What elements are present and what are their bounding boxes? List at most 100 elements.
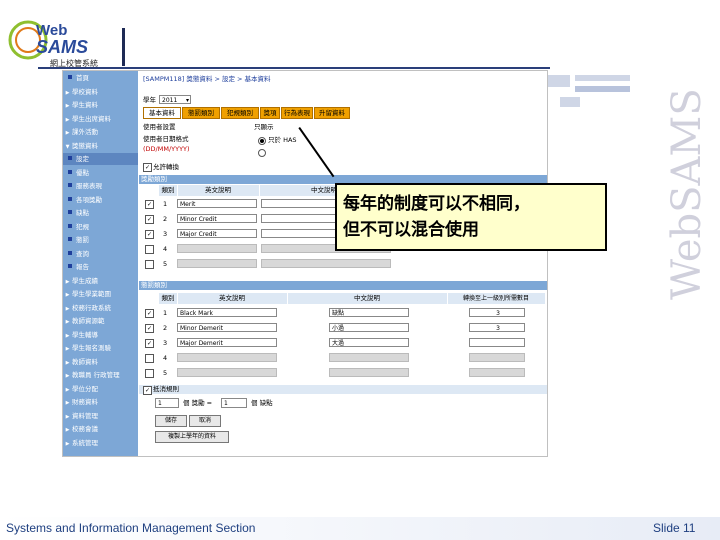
year-select[interactable]: 2011 ▾ bbox=[159, 95, 191, 104]
english-description-input[interactable] bbox=[177, 353, 277, 362]
offset-label: 抵消規則 bbox=[153, 385, 179, 393]
cancel-button[interactable]: 取消 bbox=[189, 415, 221, 427]
tab-3[interactable]: 犯規類別 bbox=[221, 107, 259, 119]
upgrade-count-input[interactable] bbox=[469, 368, 525, 377]
sidebar-item[interactable]: 查詢 bbox=[63, 248, 138, 260]
offset-demerit-count[interactable]: 1 bbox=[221, 398, 247, 408]
english-description-input[interactable]: Major Credit bbox=[177, 229, 257, 238]
save-button[interactable]: 儲存 bbox=[155, 415, 187, 427]
chinese-description-input[interactable]: 小過 bbox=[329, 323, 409, 332]
english-description-input[interactable] bbox=[177, 244, 257, 253]
row-number: 4 bbox=[163, 354, 168, 362]
sidebar-item[interactable]: ▶ 學位分配 bbox=[63, 383, 138, 395]
callout-line-1: 每年的制度可以不相同， bbox=[343, 194, 530, 214]
sidebar-item[interactable]: 缺點 bbox=[63, 207, 138, 219]
sidebar-item[interactable]: 優點 bbox=[63, 167, 138, 179]
sidebar-item[interactable]: ▶ 教師資源範 bbox=[63, 315, 138, 327]
row-checkbox[interactable] bbox=[145, 369, 154, 378]
upgrade-count-input[interactable] bbox=[469, 338, 525, 347]
sidebar-item-label: 懲罰 bbox=[76, 236, 89, 244]
upgrade-count-input[interactable] bbox=[469, 353, 525, 362]
row-checkbox[interactable]: ✓ bbox=[145, 215, 154, 224]
preference-label: 使用者設置 bbox=[143, 123, 176, 131]
sidebar-item[interactable]: 服務表現 bbox=[63, 180, 138, 192]
sidebar-item[interactable]: ▶ 學生資料 bbox=[63, 99, 138, 111]
sidebar-item[interactable]: 報告 bbox=[63, 261, 138, 273]
sidebar-item[interactable]: ▶ 財務資料 bbox=[63, 396, 138, 408]
sidebar-item[interactable]: ▶ 資料管理 bbox=[63, 410, 138, 422]
tab-6[interactable]: 升留資料 bbox=[314, 107, 350, 119]
sidebar-item[interactable]: 首頁 bbox=[63, 72, 138, 84]
footer-section-name: Systems and Information Management Secti… bbox=[6, 521, 256, 535]
sidebar-item-label: 校務行政系統 bbox=[72, 303, 111, 312]
tab-1[interactable]: 基本資料 bbox=[143, 107, 181, 119]
row-checkbox[interactable]: ✓ bbox=[145, 309, 154, 318]
sidebar-item-label: 查詢 bbox=[76, 249, 89, 258]
sidebar-item[interactable]: ▶ 校務會議 bbox=[63, 423, 138, 435]
offset-merit-count[interactable]: 1 bbox=[155, 398, 179, 408]
collapsed-arrow-icon: ▶ bbox=[65, 346, 70, 352]
row-number: 3 bbox=[163, 339, 168, 347]
demerit-col-chinese: 中文說明 bbox=[287, 293, 448, 304]
sidebar-item-label: 學生出席資料 bbox=[72, 114, 111, 123]
english-description-input[interactable]: Major Demerit bbox=[177, 338, 277, 347]
sidebar-item[interactable]: ▶ 校務行政系統 bbox=[63, 302, 138, 314]
collapsed-arrow-icon: ▶ bbox=[65, 278, 70, 285]
bullet-icon bbox=[68, 75, 72, 79]
sidebar-item[interactable]: ▶ 學生學業範圍 bbox=[63, 288, 138, 300]
sidebar-item-label: 財務資料 bbox=[72, 398, 98, 406]
demerit-row: 4 bbox=[139, 352, 547, 364]
sidebar-item[interactable]: ▼ 獎懲資料 bbox=[63, 140, 138, 152]
tab-2[interactable]: 懲罰類別 bbox=[182, 107, 220, 119]
sidebar-item[interactable]: 犯規 bbox=[63, 221, 138, 233]
english-description-input[interactable]: Black Mark bbox=[177, 308, 277, 317]
radio-option-1[interactable] bbox=[258, 137, 266, 145]
english-description-input[interactable] bbox=[177, 259, 257, 268]
row-number: 4 bbox=[163, 245, 168, 253]
upgrade-count-input[interactable]: 3 bbox=[469, 308, 525, 317]
collapsed-arrow-icon: ▶ bbox=[65, 440, 70, 447]
sidebar-item[interactable]: ▶ 教師資料 bbox=[63, 356, 138, 368]
sidebar-item[interactable]: ▶ 學校資料 bbox=[63, 86, 138, 98]
row-checkbox[interactable]: ✓ bbox=[145, 339, 154, 348]
offset-tail-text: 個 缺點 bbox=[251, 399, 273, 407]
chinese-description-input[interactable]: 缺點 bbox=[329, 308, 409, 317]
allow-convert-checkbox[interactable]: ✓ bbox=[143, 163, 152, 172]
sidebar-item[interactable]: ▶ 學生報名測驗 bbox=[63, 342, 138, 354]
sidebar-item[interactable]: ▶ 學生成績 bbox=[63, 275, 138, 287]
english-description-input[interactable]: Merit bbox=[177, 199, 257, 208]
sidebar-item[interactable]: ▶ 學生出席資料 bbox=[63, 113, 138, 125]
chinese-description-input[interactable]: 大過 bbox=[329, 338, 409, 347]
english-description-input[interactable]: Minor Demerit bbox=[177, 323, 277, 332]
row-checkbox[interactable]: ✓ bbox=[145, 324, 154, 333]
sidebar-item[interactable]: ▶ 課外活動 bbox=[63, 126, 138, 138]
upgrade-count-input[interactable]: 3 bbox=[469, 323, 525, 332]
sidebar-item[interactable]: ▶ 學生輔導 bbox=[63, 329, 138, 341]
collapsed-arrow-icon: ▶ bbox=[65, 427, 70, 433]
sidebar-item[interactable]: 設定 bbox=[63, 153, 138, 165]
tab-5[interactable]: 行為表現 bbox=[281, 107, 313, 119]
row-checkbox[interactable] bbox=[145, 260, 154, 269]
row-checkbox[interactable] bbox=[145, 245, 154, 254]
chinese-description-input[interactable] bbox=[329, 353, 409, 362]
sidebar-item[interactable]: 懲罰 bbox=[63, 234, 138, 246]
row-checkbox[interactable]: ✓ bbox=[145, 230, 154, 239]
tab-4[interactable]: 獎項 bbox=[260, 107, 280, 119]
copy-previous-year-button[interactable]: 複製上學年的資料 bbox=[155, 431, 229, 443]
row-checkbox[interactable] bbox=[145, 354, 154, 363]
chinese-description-input[interactable] bbox=[261, 259, 391, 268]
sidebar-item-label: 優點 bbox=[76, 168, 89, 177]
row-checkbox[interactable]: ✓ bbox=[145, 200, 154, 209]
english-description-input[interactable]: Minor Credit bbox=[177, 214, 257, 223]
radio-option-2[interactable] bbox=[258, 149, 266, 157]
merit-col-category: 類別 bbox=[159, 185, 178, 196]
sidebar-item[interactable]: ▶ 系統管理 bbox=[63, 437, 138, 449]
offset-checkbox[interactable]: ✓ bbox=[143, 386, 152, 395]
demerit-col-count: 轉換至上一級別所需數目 bbox=[447, 293, 546, 304]
sidebar-item[interactable]: 各項獎勵 bbox=[63, 194, 138, 206]
sidebar-item[interactable]: ▶ 教職員 行政管理 bbox=[63, 369, 138, 381]
collapsed-arrow-icon: ▶ bbox=[65, 130, 70, 136]
chinese-description-input[interactable] bbox=[329, 368, 409, 377]
english-description-input[interactable] bbox=[177, 368, 277, 377]
demerit-section-header: 懲罰類別 bbox=[139, 281, 547, 290]
